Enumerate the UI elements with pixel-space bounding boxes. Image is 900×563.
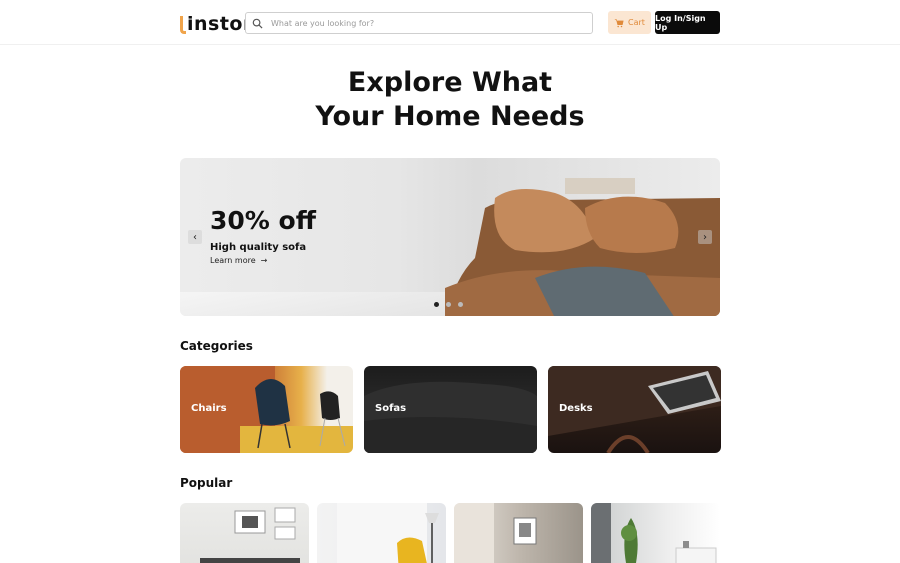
top-header: instor Cart Log In/Sign Up xyxy=(0,0,900,45)
logo-bracket-icon xyxy=(180,16,186,34)
carousel-dot[interactable] xyxy=(434,302,439,307)
popular-item-image xyxy=(337,503,439,563)
search-bar[interactable] xyxy=(245,12,593,34)
hero-title-line1: Explore What xyxy=(347,67,553,98)
category-label: Sofas xyxy=(375,403,407,414)
popular-item-image xyxy=(200,507,300,563)
arrow-right-icon: → xyxy=(260,256,268,265)
carousel-prev-button[interactable]: ‹ xyxy=(188,230,202,244)
category-label: Chairs xyxy=(191,403,227,414)
popular-item-image xyxy=(591,503,717,563)
category-card-chairs[interactable]: Chairs xyxy=(180,366,353,453)
cart-button[interactable]: Cart xyxy=(608,11,651,34)
search-input[interactable] xyxy=(271,18,571,28)
carousel-dots xyxy=(434,302,463,307)
learn-more-label: Learn more xyxy=(210,256,256,265)
search-icon xyxy=(252,18,263,29)
categories-grid: Chairs Sofas Desks xyxy=(180,366,721,453)
category-label: Desks xyxy=(559,403,593,414)
brand-logo[interactable]: instor xyxy=(180,12,253,34)
popular-item-image xyxy=(454,503,537,563)
chevron-left-icon: ‹ xyxy=(193,231,197,243)
popular-item[interactable] xyxy=(180,503,309,563)
category-card-desks[interactable]: Desks xyxy=(548,366,721,453)
learn-more-link[interactable]: Learn more → xyxy=(210,256,267,265)
popular-grid xyxy=(180,503,720,563)
logo-text: instor xyxy=(187,13,253,35)
cart-icon xyxy=(614,18,624,27)
carousel-dot[interactable] xyxy=(458,302,463,307)
promo-banner[interactable]: 30% off High quality sofa Learn more → ‹… xyxy=(180,158,720,316)
categories-heading: Categories xyxy=(180,339,253,353)
carousel-dot[interactable] xyxy=(446,302,451,307)
popular-item[interactable] xyxy=(317,503,446,563)
hero-heading: Explore What Your Home Needs xyxy=(0,66,900,134)
category-card-sofas[interactable]: Sofas xyxy=(364,366,537,453)
popular-item[interactable] xyxy=(454,503,583,563)
promo-subtitle: High quality sofa xyxy=(210,242,307,253)
chevron-right-icon: › xyxy=(703,231,707,243)
hero-title-line2: Your Home Needs xyxy=(315,101,585,132)
popular-heading: Popular xyxy=(180,476,233,490)
promo-title: 30% off xyxy=(210,206,316,235)
login-signup-button[interactable]: Log In/Sign Up xyxy=(655,11,720,34)
carousel-next-button[interactable]: › xyxy=(698,230,712,244)
popular-item[interactable] xyxy=(591,503,720,563)
cart-label: Cart xyxy=(628,18,645,27)
sofa-image xyxy=(445,178,720,316)
